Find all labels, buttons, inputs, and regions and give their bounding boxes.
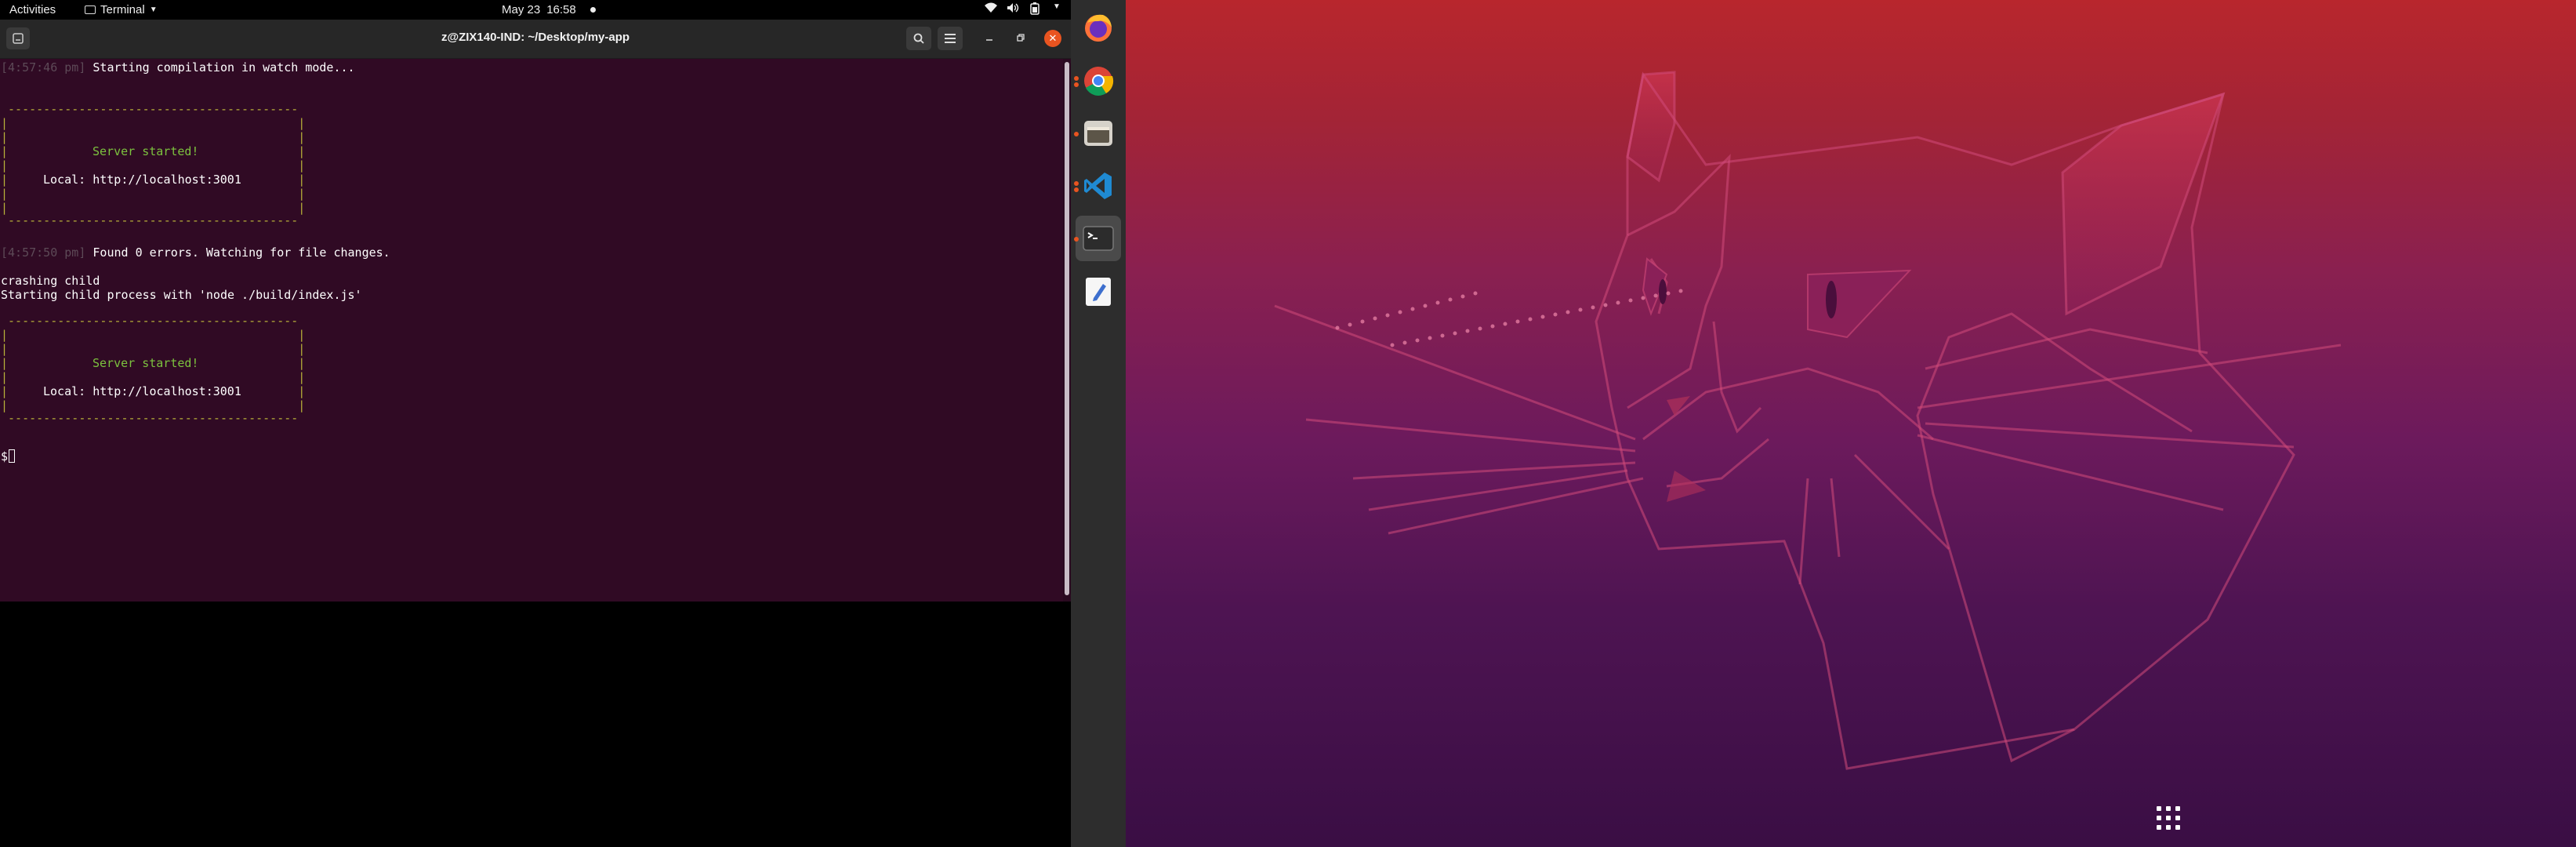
terminal-line: Starting child process with 'node ./buil… (1, 288, 362, 302)
text-editor-icon (1086, 278, 1111, 306)
terminal-line: [4:57:46 pm] Starting compilation in wat… (1, 60, 355, 75)
running-indicator (1074, 237, 1079, 242)
running-indicator (1074, 132, 1079, 136)
box-side: | | (1, 158, 306, 173)
running-indicator (1074, 181, 1079, 186)
search-icon (913, 33, 924, 44)
show-applications-icon[interactable] (2157, 806, 2182, 831)
notification-dot-icon (590, 7, 596, 13)
minimize-icon (986, 39, 992, 41)
terminal-line: crashing child (1, 274, 100, 288)
box-side: | | (1, 370, 306, 384)
shell-prompt[interactable]: $ (1, 449, 16, 464)
scrollbar-thumb[interactable] (1065, 62, 1069, 595)
running-indicator (1074, 76, 1079, 81)
system-tray[interactable]: ▼ (985, 2, 1063, 15)
cat-logo-illustration (1274, 71, 2342, 770)
app-menu[interactable]: Terminal ▼ (85, 3, 158, 16)
top-bar: Activities Terminal ▼ May 23 16:58 ▼ (0, 0, 1126, 20)
box-side: | | (1, 130, 306, 144)
dock (1071, 0, 2180, 847)
menu-icon (945, 34, 956, 43)
box-border-top: ----------------------------------------… (1, 102, 299, 116)
battery-icon[interactable] (1029, 2, 1041, 15)
maximize-button[interactable] (1012, 30, 1029, 47)
clock[interactable]: May 23 16:58 (502, 3, 596, 16)
terminal-icon (1083, 226, 1114, 251)
box-side: | | (1, 144, 306, 158)
files-icon (1084, 121, 1112, 146)
dock-item-firefox[interactable] (1076, 5, 1121, 50)
power-menu-chevron-icon[interactable]: ▼ (1050, 2, 1063, 15)
desktop-wallpaper (1126, 0, 2576, 847)
terminal-icon (85, 5, 96, 14)
box-side: | | (1, 342, 306, 356)
box-side: | | (1, 384, 306, 398)
terminal-scrollbar[interactable] (1063, 59, 1071, 602)
box-side: | | (1, 116, 306, 130)
firefox-icon (1085, 14, 1112, 42)
terminal-line: [4:57:50 pm] Found 0 errors. Watching fo… (1, 245, 390, 260)
search-button[interactable] (906, 27, 931, 50)
chrome-icon (1084, 67, 1114, 96)
restore-icon (1017, 34, 1025, 42)
chevron-down-icon: ▼ (149, 5, 158, 14)
box-border-bottom: ----------------------------------------… (1, 411, 299, 425)
dock-item-text-editor[interactable] (1076, 269, 1121, 314)
hamburger-menu-button[interactable] (938, 27, 963, 50)
close-button[interactable]: ✕ (1044, 30, 1061, 47)
terminal-output[interactable]: [4:57:46 pm] Starting compilation in wat… (0, 59, 1063, 602)
time-label: 16:58 (546, 3, 576, 16)
activities-button[interactable]: Activities (9, 3, 56, 16)
box-side: | | (1, 356, 306, 370)
running-indicator (1074, 187, 1079, 192)
box-side: | | (1, 173, 306, 187)
terminal-window[interactable]: z@ZIX140-IND: ~/Desktop/my-app ✕ [4:57:4… (0, 20, 1071, 602)
dock-item-files[interactable] (1074, 111, 1121, 156)
text-cursor (9, 449, 16, 463)
vscode-icon (1084, 173, 1112, 199)
box-border-bottom: ----------------------------------------… (1, 213, 299, 227)
volume-icon[interactable] (1007, 2, 1019, 15)
dock-item-chrome[interactable] (1074, 58, 1121, 104)
box-side: | | (1, 328, 306, 342)
terminal-header-bar: z@ZIX140-IND: ~/Desktop/my-app ✕ (0, 20, 1071, 59)
minimize-button[interactable] (981, 30, 998, 47)
dock-item-terminal[interactable] (1074, 216, 1121, 261)
dock-item-vscode[interactable] (1074, 163, 1121, 209)
running-indicator (1074, 82, 1079, 87)
app-menu-label: Terminal (100, 3, 145, 16)
wifi-icon[interactable] (985, 2, 997, 15)
close-icon: ✕ (1048, 32, 1058, 44)
box-side: | | (1, 187, 306, 201)
date-label: May 23 (502, 3, 541, 16)
box-border-top: ----------------------------------------… (1, 314, 299, 328)
